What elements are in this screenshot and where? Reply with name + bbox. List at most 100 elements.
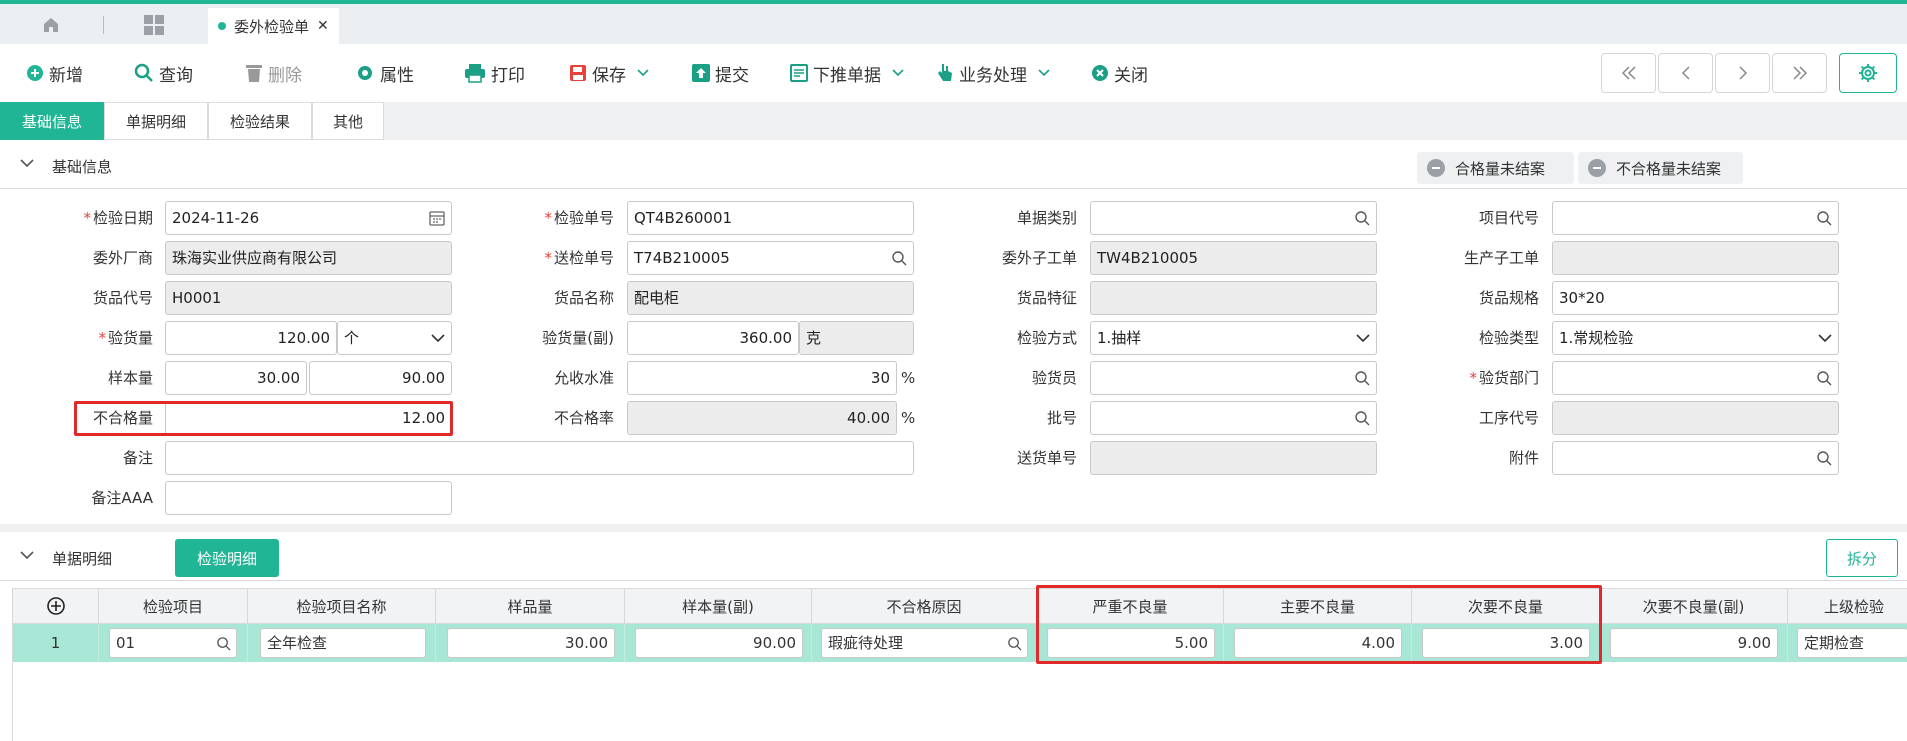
delivery-no-input[interactable]: T74B210005 xyxy=(627,241,914,275)
chevron-down-icon xyxy=(637,69,649,77)
chevron-down-icon[interactable] xyxy=(20,158,34,168)
tab-separator xyxy=(103,16,104,34)
col-parent-inspect[interactable]: 上级检验 xyxy=(1788,588,1907,624)
sample-qty-input[interactable]: 30.00 xyxy=(165,361,307,395)
inspect-date-input[interactable]: 2024-11-26 xyxy=(165,201,452,235)
doc-type-label: 单据类别 xyxy=(1016,209,1077,227)
item-name-label: 货品名称 xyxy=(553,289,614,307)
col-sample[interactable]: 样品量 xyxy=(436,588,625,624)
cell-unqualified-reason-input[interactable]: 瑕疵待处理 xyxy=(821,628,1028,658)
cell-sample-input[interactable]: 30.00 xyxy=(447,628,615,658)
highlight-unqualified-qty xyxy=(74,401,453,436)
accept-level-input[interactable]: 30 xyxy=(627,361,897,395)
check-qty2-input[interactable]: 360.00 xyxy=(627,321,799,355)
print-button[interactable]: 打印 xyxy=(464,61,525,86)
query-button[interactable]: 查询 xyxy=(134,61,193,86)
grid-menu-icon[interactable] xyxy=(141,12,167,38)
previous-record-button[interactable] xyxy=(1658,53,1713,93)
tab-other[interactable]: 其他 xyxy=(312,102,384,140)
col-inspect-item[interactable]: 检验项目 xyxy=(99,588,248,624)
cell-inspect-item-name-input[interactable]: 全年检查 xyxy=(260,628,426,658)
properties-button[interactable]: 属性 xyxy=(355,61,414,86)
inspector-input[interactable] xyxy=(1090,361,1377,395)
close-circle-icon xyxy=(1092,65,1108,81)
save-button[interactable]: 保存 xyxy=(569,61,649,86)
inspect-type-label: 检验类型 xyxy=(1478,329,1539,347)
accept-level-label: 允收水准 xyxy=(553,369,614,387)
attachment-input[interactable] xyxy=(1552,441,1839,475)
unqualified-status-label: 不合格量未结案 xyxy=(1616,159,1722,178)
item-spec-input[interactable]: 30*20 xyxy=(1552,281,1839,315)
inspection-detail-tab[interactable]: 检验明细 xyxy=(175,539,279,577)
cell-minor-defect-secondary-input[interactable]: 9.00 xyxy=(1610,628,1778,658)
next-record-button[interactable] xyxy=(1715,53,1770,93)
detail-header: 单据明细 xyxy=(0,538,1907,578)
remark-aaa-label: 备注AAA xyxy=(91,489,153,507)
search-icon xyxy=(1355,211,1370,226)
item-name-field: 配电柜 xyxy=(627,281,914,315)
close-label: 关闭 xyxy=(1114,65,1148,86)
check-qty-unit-select[interactable]: 个 xyxy=(337,321,452,355)
save-disk-icon xyxy=(570,65,586,81)
prod-sub-order-label: 生产子工单 xyxy=(1463,249,1539,267)
delete-label: 删除 xyxy=(268,65,302,86)
active-dot-icon xyxy=(218,22,226,30)
check-qty-input[interactable]: 120.00 xyxy=(165,321,337,355)
last-record-button[interactable] xyxy=(1772,53,1827,93)
toolbar: 新增 查询 删除 属性 打印 保存 提交 下推单据 业务处理 关闭 xyxy=(0,44,1907,102)
col-unqualified-reason[interactable]: 不合格原因 xyxy=(812,588,1037,624)
batch-no-input[interactable] xyxy=(1090,401,1377,435)
item-spec-label: 货品规格 xyxy=(1478,289,1539,307)
search-icon xyxy=(1355,411,1370,426)
upload-icon xyxy=(692,64,710,82)
close-tab-icon[interactable]: ✕ xyxy=(317,18,329,34)
project-code-input[interactable] xyxy=(1552,201,1839,235)
sample-qty-secondary-input[interactable]: 90.00 xyxy=(309,361,452,395)
prod-sub-order-field xyxy=(1552,241,1839,275)
settings-gear-icon xyxy=(1859,64,1877,82)
doc-type-input[interactable] xyxy=(1090,201,1377,235)
cell-parent-inspect-input[interactable]: 定期检查 xyxy=(1797,628,1907,658)
check-qty2-unit-field: 克 xyxy=(799,321,914,355)
document-tab[interactable]: 委外检验单 ✕ xyxy=(208,8,339,44)
process-code-field xyxy=(1552,401,1839,435)
close-button[interactable]: 关闭 xyxy=(1091,61,1148,86)
push-down-button[interactable]: 下推单据 xyxy=(790,61,904,86)
cell-inspect-item-input[interactable]: 01 xyxy=(109,628,237,658)
tab-inspection-result[interactable]: 检验结果 xyxy=(208,102,312,140)
col-minor-defect-secondary[interactable]: 次要不良量(副) xyxy=(1600,588,1788,624)
check-qty2-label: 验货量(副) xyxy=(542,329,614,347)
inspect-method-select[interactable]: 1.抽样 xyxy=(1090,321,1377,355)
supplier-label: 委外厂商 xyxy=(92,249,153,267)
col-sample-secondary[interactable]: 样本量(副) xyxy=(625,588,812,624)
inspect-no-input[interactable]: QT4B260001 xyxy=(627,201,914,235)
remark-aaa-input[interactable] xyxy=(165,481,452,515)
business-button[interactable]: 业务处理 xyxy=(936,61,1050,86)
qualified-status-badge: 合格量未结案 xyxy=(1417,152,1574,184)
remark-input[interactable] xyxy=(165,441,914,475)
tab-doc-detail[interactable]: 单据明细 xyxy=(104,102,208,140)
inspect-type-select[interactable]: 1.常规检验 xyxy=(1552,321,1839,355)
business-label: 业务处理 xyxy=(959,65,1027,86)
chevron-down-icon[interactable] xyxy=(20,550,34,560)
inspect-dept-label: * 验货部门 xyxy=(1469,369,1539,387)
add-row-header[interactable] xyxy=(13,588,99,624)
home-icon[interactable] xyxy=(38,12,64,38)
accept-level-percent: % xyxy=(901,369,916,387)
first-record-button[interactable] xyxy=(1601,53,1656,93)
submit-button[interactable]: 提交 xyxy=(692,61,749,86)
inspect-dept-input[interactable] xyxy=(1552,361,1839,395)
double-chevron-right-icon xyxy=(1792,66,1807,80)
push-down-label: 下推单据 xyxy=(813,65,881,86)
cell-sample-secondary-input[interactable]: 90.00 xyxy=(635,628,803,658)
delivery-no-label: * 送检单号 xyxy=(544,249,614,267)
split-button[interactable]: 拆分 xyxy=(1826,539,1898,577)
settings-button[interactable] xyxy=(1839,53,1897,93)
process-code-label: 工序代号 xyxy=(1478,409,1539,427)
check-qty-label: * 验货量 xyxy=(98,329,153,347)
delete-button[interactable]: 删除 xyxy=(245,61,302,86)
add-button[interactable]: 新增 xyxy=(26,61,83,86)
col-inspect-item-name[interactable]: 检验项目名称 xyxy=(248,588,436,624)
tab-basic-info[interactable]: 基础信息 xyxy=(0,102,104,140)
detail-grid: 检验项目 检验项目名称 样品量 样本量(副) 不合格原因 严重不良量 主要不良量… xyxy=(12,585,1907,741)
